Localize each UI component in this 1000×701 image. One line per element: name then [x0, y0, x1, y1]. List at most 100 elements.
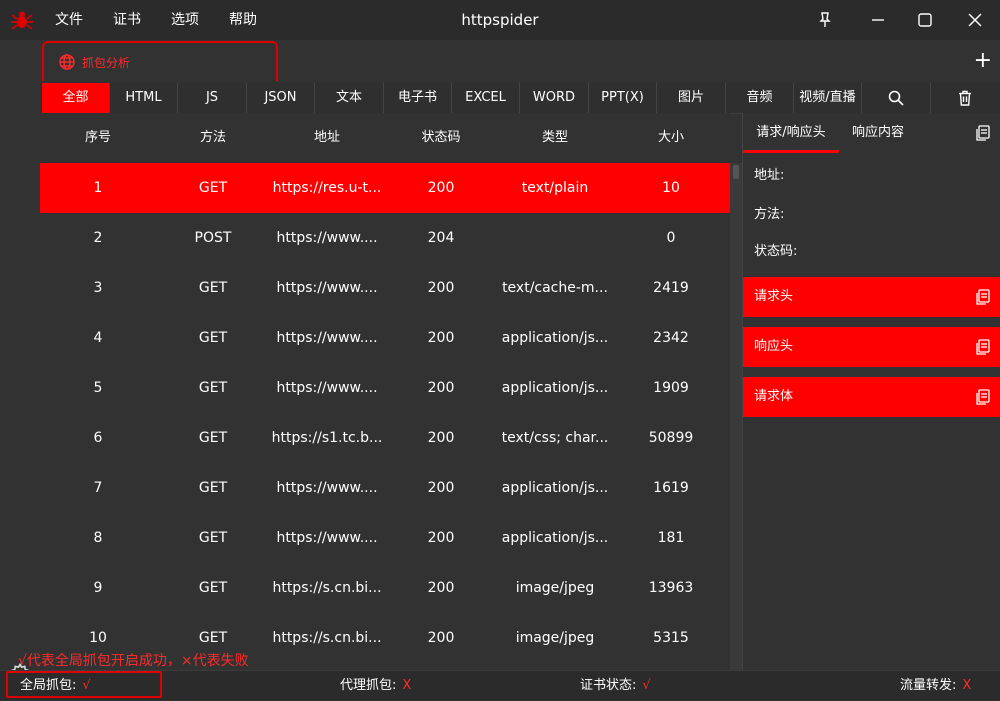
section-request-body[interactable]: 请求体 [743, 377, 1000, 417]
filter-text[interactable]: 文本 [315, 83, 384, 113]
cell-status: 204 [427, 230, 455, 246]
status-proxy-capture: 代理抓包: X [340, 671, 411, 701]
column-header-type[interactable]: 类型 [498, 113, 612, 163]
table-row[interactable]: 6 GET https://s1.tc.b... 200 text/css; char.… [40, 413, 730, 463]
cell-status: 200 [427, 530, 455, 546]
copy-icon[interactable] [976, 339, 990, 355]
section-label: 请求头 [754, 289, 794, 304]
cell-size: 2342 [653, 330, 689, 346]
cell-method: GET [198, 580, 228, 596]
cell-method: GET [198, 530, 228, 546]
filter-json[interactable]: JSON [247, 83, 315, 113]
cell-size: 50899 [648, 430, 694, 446]
column-header-url[interactable]: 地址 [270, 113, 384, 163]
table-row[interactable]: 2 POST https://www.... 204 0 [40, 213, 730, 263]
maximize-icon[interactable] [912, 8, 938, 32]
table-header: 序号 方法 地址 状态码 类型 大小 [40, 113, 730, 163]
scrollbar-thumb[interactable] [733, 165, 739, 179]
tab-response-content[interactable]: 响应内容 [839, 113, 917, 153]
filter-image[interactable]: 图片 [657, 83, 726, 113]
tab-request-response-headers[interactable]: 请求/响应头 [743, 113, 839, 153]
filter-audio[interactable]: 音频 [726, 83, 794, 113]
field-url-label: 地址: [754, 168, 785, 183]
cell-url: https://www.... [276, 530, 378, 546]
clear-button[interactable] [931, 83, 1000, 113]
column-header-method[interactable]: 方法 [156, 113, 270, 163]
filter-js[interactable]: JS [178, 83, 247, 113]
copy-icon[interactable] [976, 289, 990, 305]
cell-size: 2419 [653, 280, 689, 296]
filter-html[interactable]: HTML [110, 83, 178, 113]
cell-index: 8 [93, 530, 103, 546]
filter-word[interactable]: WORD [520, 83, 589, 113]
close-icon[interactable] [962, 8, 988, 32]
cell-method: GET [198, 480, 228, 496]
cell-status: 200 [427, 330, 455, 346]
cell-size: 1909 [653, 380, 689, 396]
table-row[interactable]: 4 GET https://www.... 200 application/js... 2… [40, 313, 730, 363]
spider-icon[interactable] [10, 9, 34, 31]
table-row[interactable]: 5 GET https://www.... 200 application/js... 1… [40, 363, 730, 413]
column-header-status[interactable]: 状态码 [384, 113, 498, 163]
status-label: 证书状态: [580, 678, 637, 693]
cell-method: GET [198, 380, 228, 396]
menu-file[interactable]: 文件 [55, 0, 83, 40]
cell-method: POST [194, 230, 232, 246]
cell-size: 1619 [653, 480, 689, 496]
status-certificate: 证书状态: √ [580, 671, 651, 701]
cell-status: 200 [427, 380, 455, 396]
left-rail [0, 40, 40, 685]
cell-url: https://s1.tc.b... [271, 430, 383, 446]
pin-icon[interactable] [812, 8, 838, 32]
search-button[interactable] [862, 83, 931, 113]
status-traffic-forward: 流量转发: X [900, 671, 971, 701]
cell-size: 0 [666, 230, 676, 246]
tab-capture-analysis[interactable]: 抓包分析 [42, 41, 278, 81]
status-value: √ [642, 678, 651, 693]
filter-ebook[interactable]: 电子书 [384, 83, 452, 113]
cell-status: 200 [427, 630, 455, 646]
table-row[interactable]: 8 GET https://www.... 200 application/js... 1… [40, 513, 730, 563]
column-header-size[interactable]: 大小 [612, 113, 730, 163]
copy-icon[interactable] [976, 389, 990, 405]
cell-status: 200 [427, 430, 455, 446]
section-response-headers[interactable]: 响应头 [743, 327, 1000, 367]
menu-help[interactable]: 帮助 [229, 0, 257, 40]
column-header-index[interactable]: 序号 [40, 113, 156, 163]
cell-status: 200 [427, 180, 455, 196]
section-request-headers[interactable]: 请求头 [743, 277, 1000, 317]
cell-size: 181 [657, 530, 685, 546]
cell-type: application/js... [501, 480, 609, 496]
table-row[interactable]: 9 GET https://s.cn.bi... 200 image/jpeg 13963 [40, 563, 730, 613]
search-icon [888, 90, 904, 106]
cell-index: 9 [93, 580, 103, 596]
table-row[interactable]: 1 GET https://res.u-t... 200 text/plain 10 [40, 163, 730, 213]
table-row[interactable]: 7 GET https://www.... 200 application/js... 1… [40, 463, 730, 513]
cell-type [498, 213, 612, 263]
status-value: X [402, 678, 412, 693]
table-row[interactable]: 3 GET https://www.... 200 text/cache-m... 241… [40, 263, 730, 313]
filter-bar: 全部 HTML JS JSON 文本 电子书 EXCEL WORD PPT(X)… [40, 83, 1000, 114]
cell-url: https://s.cn.bi... [272, 630, 382, 646]
cell-method: GET [198, 180, 228, 196]
field-method-label: 方法: [754, 207, 785, 222]
cell-type: application/js... [501, 380, 609, 396]
copy-icon[interactable] [976, 125, 990, 141]
filter-excel[interactable]: EXCEL [452, 83, 520, 113]
cell-type: text/cache-m... [502, 280, 608, 296]
minimize-icon[interactable] [865, 8, 891, 32]
menu-options[interactable]: 选项 [171, 0, 199, 40]
trash-icon [959, 90, 971, 106]
cell-method: GET [198, 330, 228, 346]
cell-type: image/jpeg [515, 580, 595, 596]
menu-certificate[interactable]: 证书 [113, 0, 141, 40]
cell-type: application/js... [501, 330, 609, 346]
cell-type: image/jpeg [515, 630, 595, 646]
filter-ppt[interactable]: PPT(X) [589, 83, 657, 113]
add-tab-button[interactable]: + [974, 46, 992, 76]
table-scrollbar[interactable] [730, 163, 742, 670]
filter-video-live[interactable]: 视频/直播 [794, 83, 862, 113]
cell-url: https://www.... [276, 280, 378, 296]
filter-all[interactable]: 全部 [42, 83, 110, 113]
cell-index: 6 [93, 430, 103, 446]
